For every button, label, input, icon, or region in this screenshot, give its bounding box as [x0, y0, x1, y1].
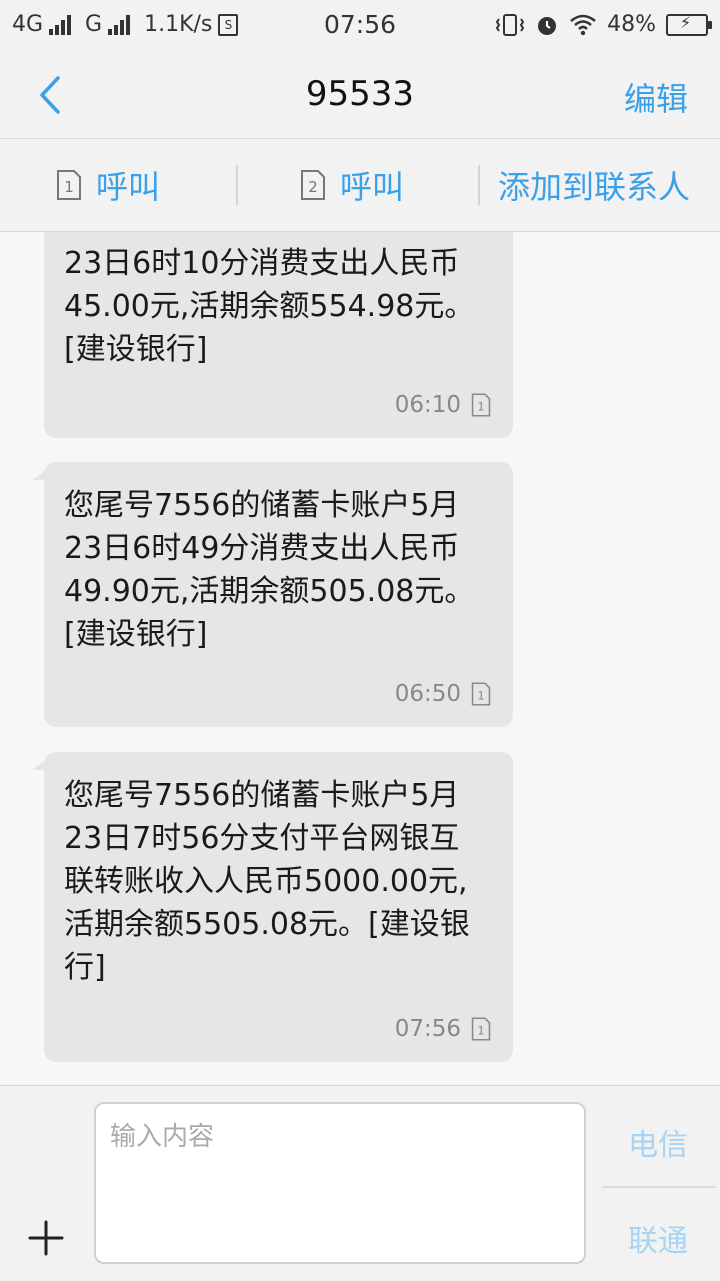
message-bubble[interactable]: 您尾号7556的储蓄卡账户5月 23日6时49分消费支出人民币 49.90元,活… — [32, 462, 513, 727]
message-input[interactable] — [96, 1104, 584, 1262]
svg-text:1: 1 — [477, 1023, 484, 1037]
alarm-icon — [538, 16, 557, 35]
message-list[interactable]: 23日6时10分消费支出人民币 45.00元,活期余额554.98元。 [建设银… — [0, 232, 720, 1084]
message-bubble[interactable]: 您尾号7556的储蓄卡账户5月 23日7时56分支付平台网银互 联转账收入人民币… — [32, 752, 513, 1062]
send-telecom-button[interactable]: 电信 — [602, 1120, 714, 1164]
call-sim1-label: 呼叫 — [96, 168, 161, 206]
sim1-icon: 1 — [471, 393, 491, 417]
svg-text:2: 2 — [308, 178, 318, 196]
svg-text:1: 1 — [477, 399, 484, 413]
svg-text:1: 1 — [64, 178, 74, 196]
sim2-icon: 2 — [301, 170, 325, 200]
conversation-header: 95533 编辑 — [0, 50, 720, 139]
battery-percent: 48% — [607, 12, 656, 37]
svg-text:1: 1 — [477, 688, 484, 702]
status-right: 48% ⚡ — [495, 12, 712, 37]
action-bar: 1 呼叫 2 呼叫 添加到联系人 — [0, 139, 720, 232]
edit-button[interactable]: 编辑 — [624, 74, 688, 120]
vibrate-icon — [495, 13, 525, 36]
message-meta: 07:56 1 — [395, 1016, 491, 1042]
divider — [478, 165, 480, 205]
wifi-icon — [570, 14, 596, 35]
call-sim2-label: 呼叫 — [340, 168, 405, 206]
message-time: 06:10 — [394, 392, 461, 418]
sim1-icon: 1 — [471, 682, 491, 706]
plus-icon — [28, 1220, 64, 1256]
sim1-icon: 1 — [57, 170, 81, 200]
status-bar: 4G G 1.1K/s S 07:56 48% ⚡ — [0, 0, 720, 50]
message-time: 06:50 — [394, 681, 461, 707]
call-sim1-button[interactable]: 1 呼叫 — [56, 139, 160, 231]
message-time: 07:56 — [394, 1016, 461, 1042]
message-text: 您尾号7556的储蓄卡账户5月 23日7时56分支付平台网银互 联转账收入人民币… — [64, 778, 470, 985]
message-meta: 06:10 1 — [395, 392, 491, 418]
add-to-contacts-button[interactable]: 添加到联系人 — [498, 139, 690, 231]
divider — [236, 165, 238, 205]
message-meta: 06:50 1 — [395, 681, 491, 707]
bubble-tail — [32, 760, 46, 770]
bubble-tail — [32, 470, 46, 480]
call-sim2-button[interactable]: 2 呼叫 — [300, 139, 404, 231]
message-text: 23日6时10分消费支出人民币 45.00元,活期余额554.98元。 [建设银… — [64, 246, 475, 367]
battery-icon: ⚡ — [666, 13, 712, 36]
message-bubble[interactable]: 23日6时10分消费支出人民币 45.00元,活期余额554.98元。 [建设银… — [44, 232, 513, 438]
message-text: 您尾号7556的储蓄卡账户5月 23日6时49分消费支出人民币 49.90元,活… — [64, 488, 475, 652]
add-to-contacts-label: 添加到联系人 — [498, 168, 691, 206]
sim1-icon: 1 — [471, 1017, 491, 1041]
divider — [602, 1186, 716, 1188]
add-attachment-button[interactable] — [24, 1216, 68, 1260]
page-title: 95533 — [305, 74, 415, 114]
message-input-box[interactable] — [94, 1102, 586, 1264]
send-unicom-button[interactable]: 联通 — [602, 1216, 714, 1260]
compose-bar: 电信 联通 — [0, 1085, 720, 1281]
